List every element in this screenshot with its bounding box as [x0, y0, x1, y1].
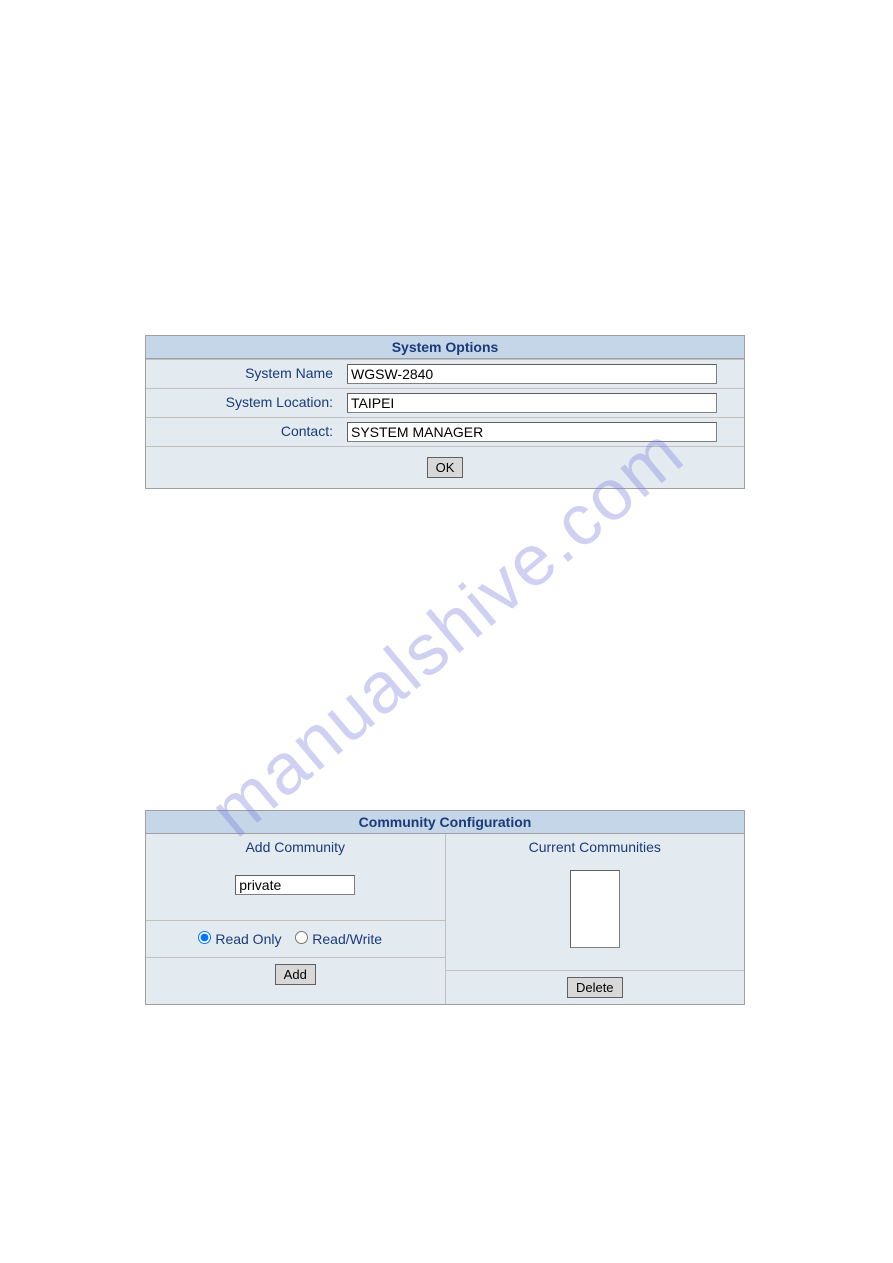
system-name-label: System Name — [146, 360, 341, 388]
read-write-option[interactable]: Read/Write — [295, 931, 382, 947]
delete-button-row: Delete — [446, 970, 745, 1004]
current-communities-body — [446, 860, 745, 970]
read-only-radio[interactable] — [198, 931, 211, 944]
system-name-field-wrapper — [341, 360, 744, 388]
system-location-input[interactable] — [347, 393, 717, 413]
add-button-row: Add — [146, 957, 445, 991]
system-location-field-wrapper — [341, 389, 744, 417]
system-location-row: System Location: — [146, 388, 744, 417]
read-write-label: Read/Write — [312, 931, 382, 947]
current-communities-header: Current Communities — [446, 834, 745, 860]
contact-label: Contact: — [146, 418, 341, 446]
add-community-column: Add Community Read Only Read/Write Add — [146, 834, 446, 1004]
permission-radio-row: Read Only Read/Write — [146, 920, 445, 957]
contact-field-wrapper — [341, 418, 744, 446]
delete-button[interactable]: Delete — [567, 977, 623, 998]
system-name-row: System Name — [146, 359, 744, 388]
current-communities-column: Current Communities Delete — [446, 834, 745, 1004]
read-only-label: Read Only — [215, 931, 281, 947]
community-name-input[interactable] — [235, 875, 355, 895]
read-only-option[interactable]: Read Only — [198, 931, 285, 947]
read-write-radio[interactable] — [295, 931, 308, 944]
add-community-header: Add Community — [146, 834, 445, 860]
community-config-panel: Community Configuration Add Community Re… — [145, 810, 745, 1005]
communities-listbox[interactable] — [570, 870, 620, 948]
system-options-title: System Options — [146, 336, 744, 359]
community-config-title: Community Configuration — [146, 811, 744, 834]
add-community-body — [146, 860, 445, 920]
ok-button[interactable]: OK — [427, 457, 464, 478]
system-location-label: System Location: — [146, 389, 341, 417]
contact-row: Contact: — [146, 417, 744, 446]
community-section: Add Community Read Only Read/Write Add — [146, 834, 744, 1004]
system-options-panel: System Options System Name System Locati… — [145, 335, 745, 489]
system-name-input[interactable] — [347, 364, 717, 384]
contact-input[interactable] — [347, 422, 717, 442]
add-button[interactable]: Add — [275, 964, 316, 985]
system-options-button-row: OK — [146, 446, 744, 488]
